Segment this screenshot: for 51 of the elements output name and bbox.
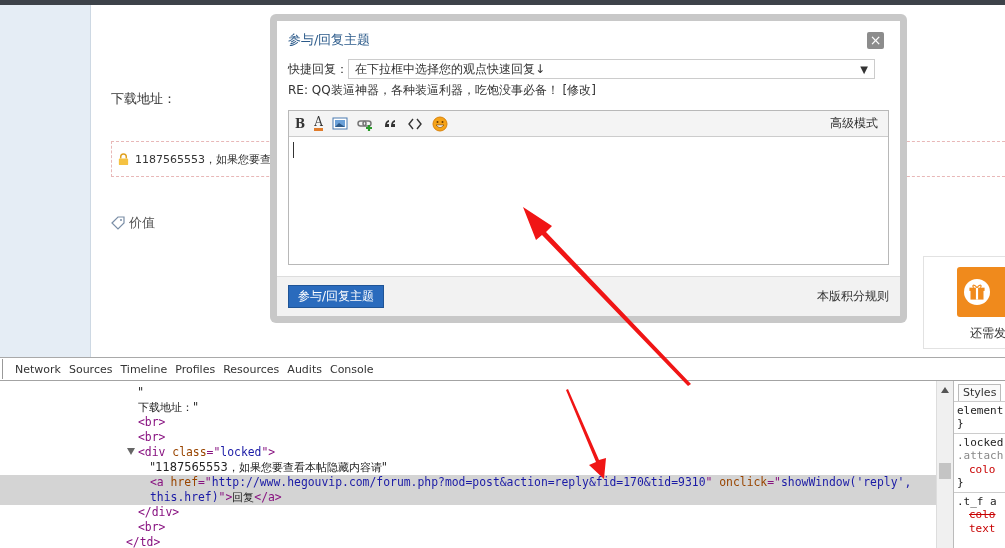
code-line: <br> bbox=[138, 415, 167, 430]
download-label: 下载地址： bbox=[111, 91, 176, 107]
code-line: <br> bbox=[138, 430, 167, 445]
style-line: colo bbox=[968, 462, 997, 476]
quick-reply-select[interactable]: 在下拉框中选择您的观点快速回复↓ ▼ bbox=[348, 59, 875, 79]
scroll-up-icon[interactable] bbox=[941, 387, 949, 393]
gift-button[interactable] bbox=[957, 267, 1005, 317]
scrollbar[interactable] bbox=[936, 381, 953, 548]
devtools-tab[interactable]: Audits bbox=[283, 362, 326, 376]
code-line: "1187565553，如果您要查看本帖隐藏内容请" bbox=[150, 460, 388, 475]
locked-text: 1187565553，如果您要查 bbox=[135, 151, 271, 167]
tag-icon bbox=[111, 216, 125, 230]
code-line: <br> bbox=[138, 520, 167, 535]
code-line: " bbox=[138, 385, 145, 400]
dialog-title: 参与/回复主题 bbox=[288, 31, 371, 49]
code-line: <div class="locked"> bbox=[138, 445, 936, 460]
disclosure-triangle-icon[interactable] bbox=[127, 448, 135, 455]
devtools-tab[interactable]: Profiles bbox=[171, 362, 220, 376]
style-line: .attach bbox=[957, 449, 1005, 463]
advanced-mode-link[interactable]: 高级模式 bbox=[830, 115, 878, 132]
devtools-tab[interactable]: Resources bbox=[219, 362, 284, 376]
devtools-tab[interactable]: Sources bbox=[64, 362, 117, 376]
devtools-tab[interactable]: Timeline bbox=[116, 362, 172, 376]
emoji-icon[interactable] bbox=[431, 115, 448, 132]
card-caption: 还需发 bbox=[970, 325, 1005, 342]
devtools-tab[interactable]: Network bbox=[11, 362, 65, 376]
tag-label[interactable]: 价值 bbox=[129, 214, 155, 232]
devtools-tab[interactable]: Console bbox=[325, 362, 378, 376]
code-line: </div> bbox=[138, 505, 181, 520]
gift-icon bbox=[964, 279, 990, 305]
font-color-button[interactable]: A bbox=[314, 116, 323, 131]
bold-button[interactable]: B bbox=[295, 116, 306, 131]
quick-reply-label: 快捷回复： bbox=[288, 60, 348, 78]
style-line: } bbox=[957, 476, 965, 490]
style-line: text bbox=[968, 521, 997, 535]
style-line: colo bbox=[968, 508, 997, 522]
style-line: .locked bbox=[957, 435, 1005, 449]
scroll-thumb[interactable] bbox=[939, 463, 951, 479]
edit-link[interactable]: [修改] bbox=[562, 83, 596, 97]
style-line: element bbox=[957, 403, 1005, 417]
style-line: } bbox=[957, 417, 965, 431]
rules-link[interactable]: 本版积分规则 bbox=[817, 288, 889, 305]
style-line: .t_f a bbox=[957, 494, 998, 508]
code-line: 下载地址：" bbox=[138, 400, 200, 415]
text-cursor bbox=[293, 142, 294, 158]
submit-button[interactable]: 参与/回复主题 bbox=[288, 285, 385, 308]
lock-icon bbox=[117, 152, 130, 166]
subject-text: RE: QQ装逼神器，各种装逼利器，吃饱没事必备！ bbox=[288, 83, 559, 97]
image-icon[interactable] bbox=[331, 115, 348, 132]
styles-tab[interactable]: Styles bbox=[958, 384, 1002, 401]
code-line: </td> bbox=[126, 535, 162, 548]
